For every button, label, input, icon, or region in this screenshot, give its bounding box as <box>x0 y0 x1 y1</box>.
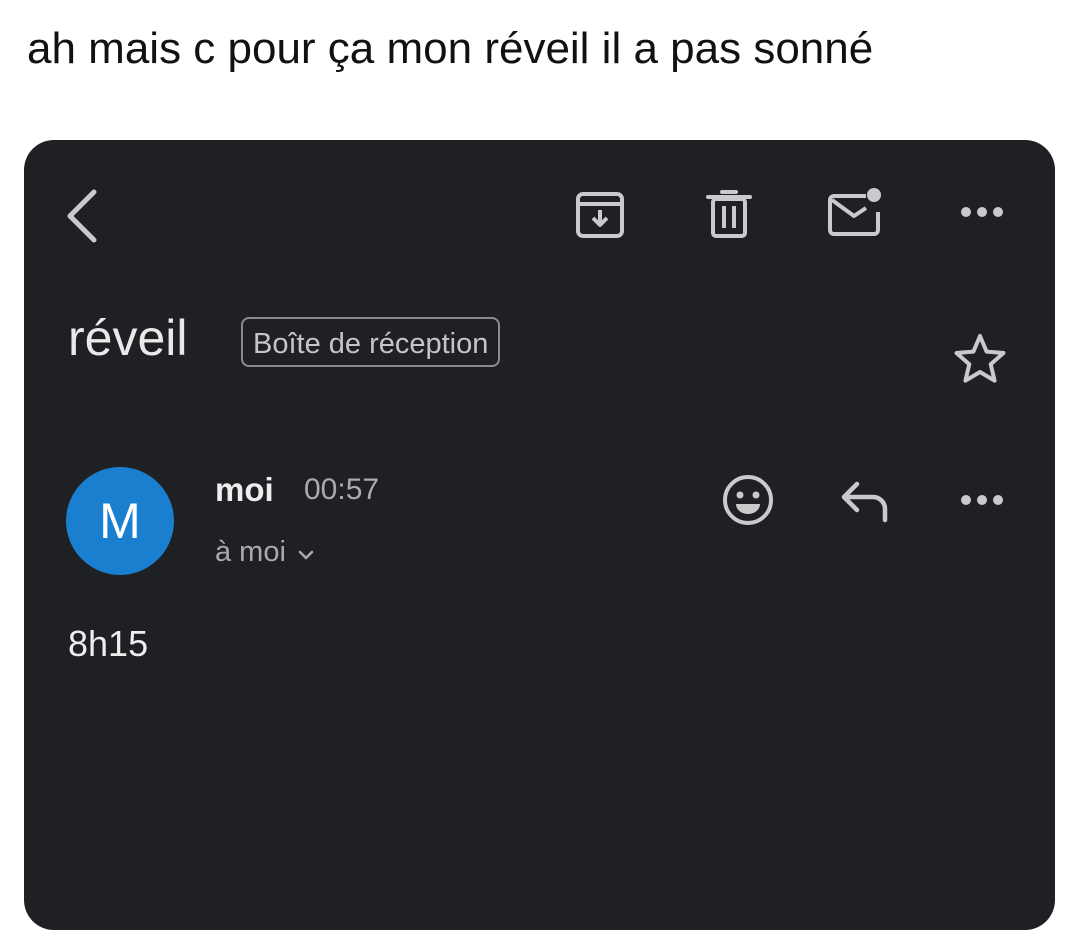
recipient-label: à moi <box>215 536 286 568</box>
email-body: 8h15 <box>68 623 149 664</box>
email-subject: réveil <box>68 310 188 366</box>
emoji-reaction-icon[interactable] <box>721 473 775 527</box>
chevron-down-icon <box>298 532 314 572</box>
star-outline-icon[interactable] <box>954 333 1006 383</box>
trash-icon[interactable] <box>704 188 754 240</box>
email-timestamp: 00:57 <box>304 473 380 506</box>
more-options-icon[interactable] <box>959 204 1005 220</box>
more-options-icon[interactable] <box>959 492 1005 508</box>
recipient-details-toggle[interactable]: à moi <box>215 532 314 572</box>
back-arrow-icon[interactable] <box>62 188 102 244</box>
mark-unread-icon[interactable] <box>826 186 886 240</box>
reply-icon[interactable] <box>839 478 893 524</box>
inbox-label-chip[interactable]: Boîte de réception <box>241 317 501 367</box>
post-caption: ah mais c pour ça mon réveil il a pas so… <box>27 24 874 73</box>
email-view-panel: réveil Boîte de réception M moi 00:57 à … <box>24 140 1055 930</box>
sender-avatar[interactable]: M <box>66 467 174 575</box>
sender-name: moi <box>215 471 274 508</box>
archive-icon[interactable] <box>574 188 626 240</box>
